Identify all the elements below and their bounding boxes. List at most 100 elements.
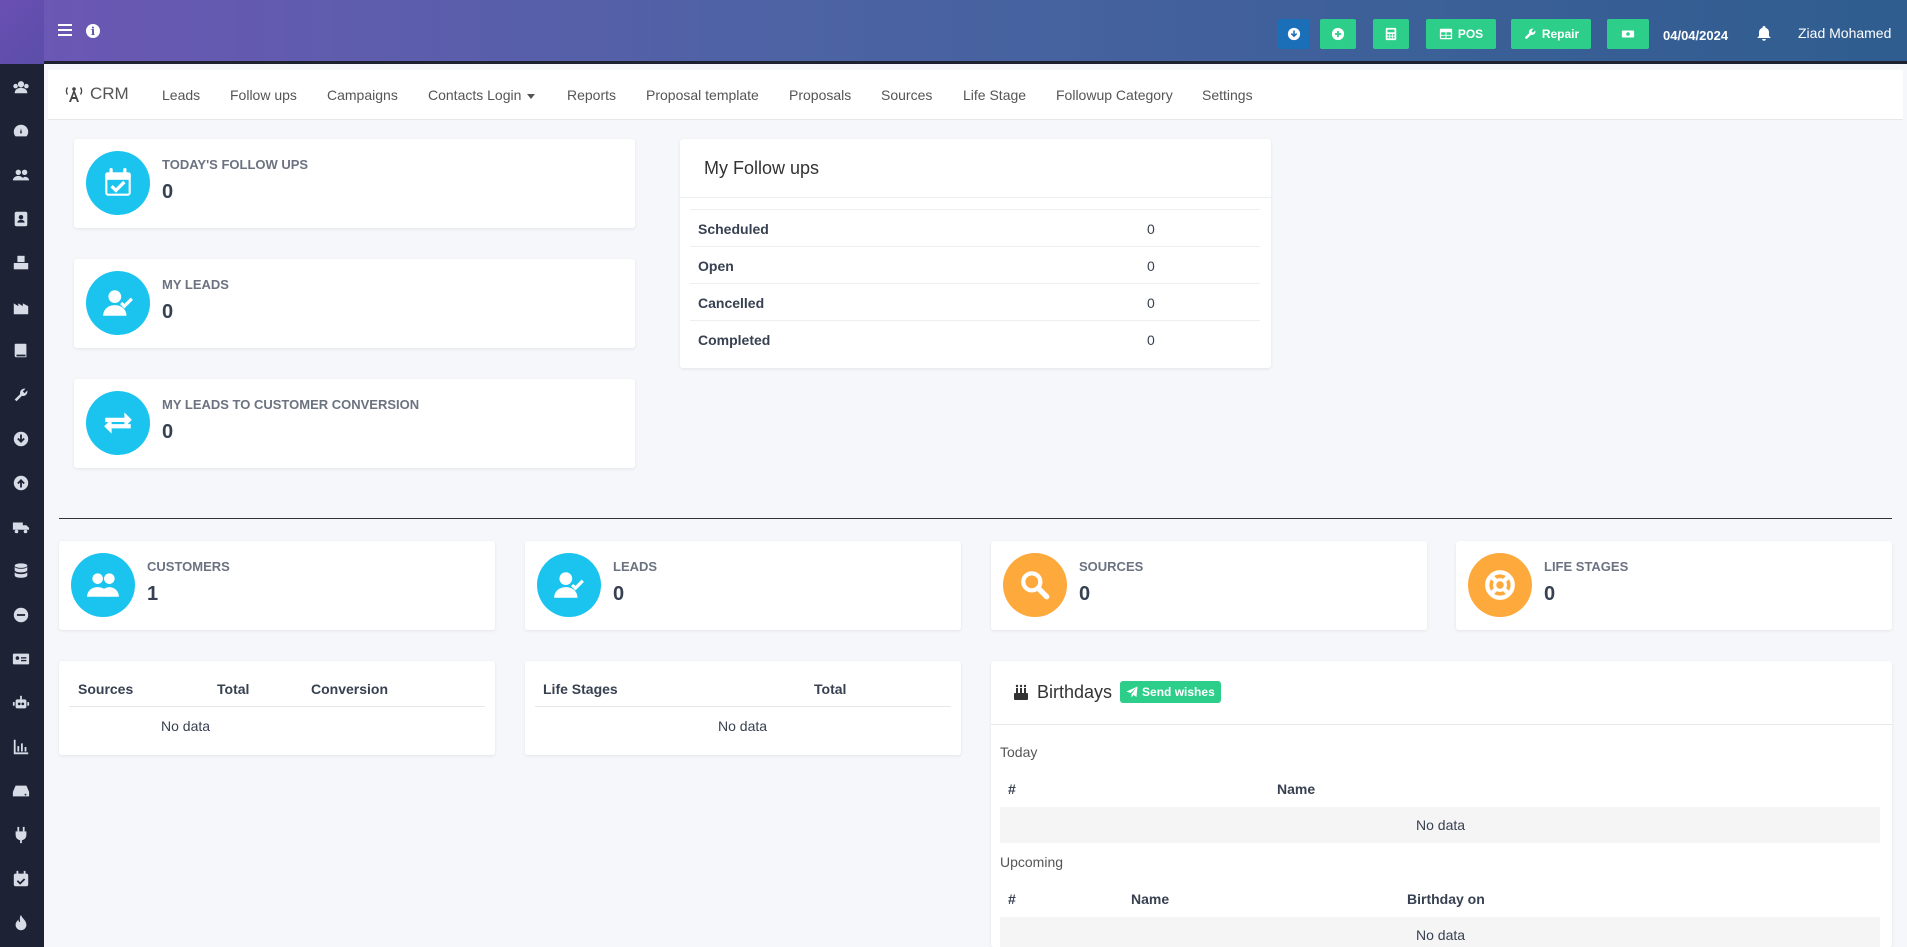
search-icon — [1003, 553, 1067, 617]
life-ring-icon — [1468, 553, 1532, 617]
nav-contacts-login[interactable]: Contacts Login — [428, 87, 536, 103]
wrench-icon[interactable] — [11, 385, 31, 405]
table-row: No data — [1000, 807, 1880, 843]
top-navbar: i POS Repair 04/04/2024 Ziad Mohamed — [44, 0, 1907, 64]
broadcast-tower-icon — [65, 87, 83, 102]
leads-conversion-card: My Leads to customer conversion 0 — [74, 379, 635, 468]
today-label: Today — [1000, 744, 1038, 760]
pos-button[interactable]: POS — [1426, 19, 1496, 49]
table-header: Name — [1277, 781, 1316, 797]
followup-row-label: Scheduled — [698, 221, 769, 237]
contact-book-icon[interactable] — [11, 209, 31, 229]
cash-register-button[interactable] — [1607, 19, 1649, 49]
followup-row: Open 0 — [690, 246, 1260, 283]
divider — [535, 706, 951, 707]
table-header: Birthday on — [1407, 891, 1485, 907]
nav-leads[interactable]: Leads — [162, 87, 200, 103]
table-header: Name — [1131, 891, 1170, 907]
repair-button[interactable]: Repair — [1511, 19, 1591, 49]
dashboard-icon[interactable] — [11, 121, 31, 141]
database-icon[interactable] — [11, 561, 31, 581]
cubes-icon[interactable] — [11, 253, 31, 273]
table-row: No data — [1000, 917, 1880, 947]
stat-label: Customers — [147, 559, 230, 574]
empty-state: No data — [161, 718, 211, 734]
empty-state: No data — [1416, 927, 1466, 943]
sources-table-card: Sources Total Conversion No data — [59, 661, 495, 755]
add-button[interactable] — [1320, 19, 1356, 49]
truck-icon[interactable] — [11, 517, 31, 537]
wrench-icon — [1524, 28, 1536, 40]
user-check-icon — [537, 553, 601, 617]
followup-row: Completed 0 — [690, 320, 1260, 357]
arrow-down-circle-icon[interactable] — [11, 429, 31, 449]
calendar-check-icon[interactable] — [11, 869, 31, 889]
stat-value: 0 — [1544, 583, 1556, 605]
current-date: 04/04/2024 — [1663, 28, 1729, 43]
stat-label: Life Stages — [1544, 559, 1629, 574]
table-icon — [1439, 28, 1452, 40]
bar-chart-icon[interactable] — [11, 737, 31, 757]
sources-card: Sources 0 — [991, 541, 1427, 630]
divider — [991, 724, 1892, 725]
plus-circle-icon — [1331, 27, 1345, 41]
user-group-icon[interactable] — [11, 77, 31, 97]
industry-icon[interactable] — [11, 297, 31, 317]
info-icon[interactable]: i — [86, 24, 100, 38]
birthday-cake-icon — [1014, 684, 1028, 700]
my-leads-card: My Leads 0 — [74, 259, 635, 348]
send-wishes-label: Send wishes — [1142, 685, 1215, 699]
followup-row-value: 0 — [1147, 221, 1155, 237]
divider — [69, 706, 485, 707]
my-followups-card: My Follow ups Scheduled 0 Open 0 Cancell… — [680, 139, 1271, 368]
nav-proposal-template[interactable]: Proposal template — [646, 87, 759, 103]
users-icon[interactable] — [11, 165, 31, 185]
user-check-icon — [86, 271, 150, 335]
life-stages-card: Life Stages 0 — [1456, 541, 1892, 630]
book-icon[interactable] — [11, 341, 31, 361]
stat-value: 0 — [162, 181, 174, 203]
sidebar — [0, 0, 44, 947]
nav-settings[interactable]: Settings — [1202, 87, 1253, 103]
upcoming-label: Upcoming — [1000, 854, 1064, 870]
customers-card: Customers 1 — [59, 541, 495, 630]
crm-navbar: CRM Leads Follow ups Campaigns Contacts … — [48, 70, 1903, 120]
table-header: Sources — [78, 681, 134, 697]
paper-plane-icon — [1126, 686, 1138, 698]
repair-button-label: Repair — [1541, 27, 1580, 41]
send-wishes-button[interactable]: Send wishes — [1120, 681, 1221, 703]
bell-icon[interactable] — [1756, 25, 1772, 41]
caret-down-icon — [527, 93, 536, 99]
table-header: Life Stages — [543, 681, 618, 697]
nav-followup-category[interactable]: Followup Category — [1056, 87, 1173, 103]
calculator-button[interactable] — [1373, 19, 1409, 49]
leads-card: Leads 0 — [525, 541, 961, 630]
user-menu[interactable]: Ziad Mohamed — [1798, 25, 1891, 41]
table-header: Conversion — [311, 681, 389, 697]
stat-label: Sources — [1079, 559, 1144, 574]
robot-icon[interactable] — [11, 693, 31, 713]
nav-reports[interactable]: Reports — [567, 87, 616, 103]
minus-circle-icon[interactable] — [11, 605, 31, 625]
hdd-icon[interactable] — [11, 781, 31, 801]
nav-campaigns[interactable]: Campaigns — [327, 87, 398, 103]
hamburger-menu-icon[interactable] — [58, 24, 72, 36]
plug-icon[interactable] — [11, 825, 31, 845]
nav-life-stage[interactable]: Life Stage — [963, 87, 1026, 103]
table-header: # — [1008, 891, 1016, 907]
nav-follow-ups[interactable]: Follow ups — [230, 87, 297, 103]
exchange-icon — [86, 391, 150, 455]
calendar-check-icon — [86, 151, 150, 215]
crm-brand[interactable]: CRM — [64, 84, 129, 104]
followup-row: Cancelled 0 — [690, 283, 1260, 320]
nav-sources[interactable]: Sources — [881, 87, 932, 103]
stat-label: Leads — [613, 559, 658, 574]
life-stages-table-card: Life Stages Total No data — [525, 661, 961, 755]
download-button[interactable] — [1278, 19, 1310, 49]
nav-proposals[interactable]: Proposals — [789, 87, 851, 103]
id-card-icon[interactable] — [11, 649, 31, 669]
fire-icon[interactable] — [11, 913, 31, 933]
followup-row-label: Open — [698, 258, 734, 274]
arrow-up-circle-icon[interactable] — [11, 473, 31, 493]
followup-row-label: Cancelled — [698, 295, 765, 311]
